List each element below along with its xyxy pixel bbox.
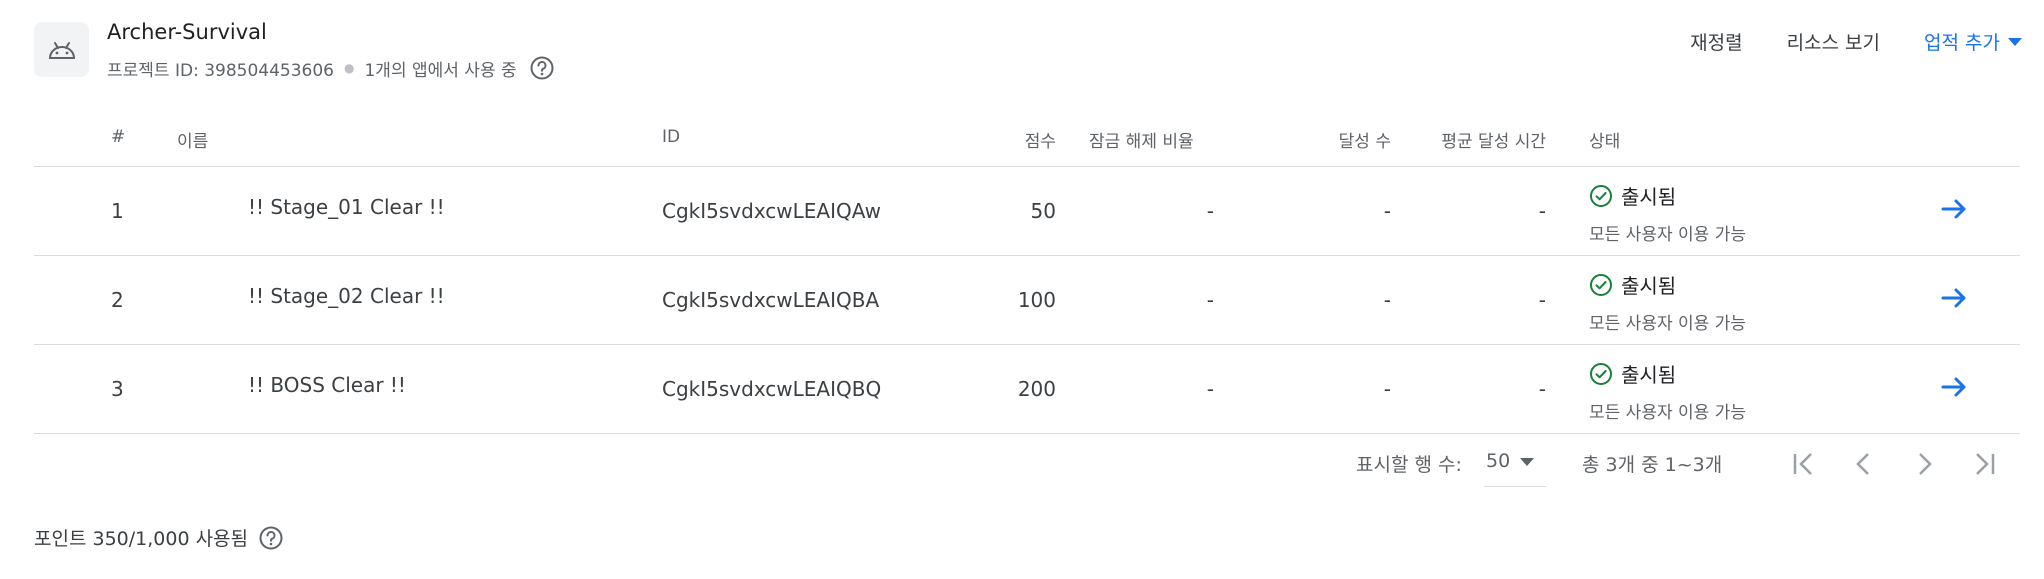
add-achievement-button[interactable]: 업적 추가 (1924, 28, 2022, 55)
first-page-icon[interactable] (1788, 448, 1820, 480)
table-row[interactable]: 2 !! Stage_02 Clear !! CgkI5svdxcwLEAIQB… (34, 256, 2020, 345)
open-arrow-icon[interactable] (1940, 284, 1968, 317)
open-arrow-icon[interactable] (1940, 195, 1968, 228)
points-usage: 포인트 350/1,000 사용됨 (34, 524, 284, 551)
achievements-table: # 이름 ID 점수 잠금 해제 비율 달성 수 평균 달성 시간 상태 1 !… (34, 112, 2020, 434)
android-icon (48, 41, 75, 59)
help-icon[interactable] (258, 525, 284, 551)
check-circle-icon (1590, 362, 1612, 385)
last-page-icon[interactable] (1968, 448, 2000, 480)
rows-per-page-value: 50 (1486, 450, 1511, 472)
row-status: 출시됨 모든 사용자 이용 가능 (1589, 270, 1746, 334)
row-status: 출시됨 모든 사용자 이용 가능 (1589, 359, 1746, 423)
usage-text: 1개의 앱에서 사용 중 (364, 60, 517, 81)
row-id: CgkI5svdxcwLEAIQBQ (662, 377, 882, 401)
row-id: CgkI5svdxcwLEAIQAw (662, 199, 881, 223)
caret-down-icon (2008, 37, 2022, 46)
check-circle-icon (1590, 273, 1612, 296)
status-label: 출시됨 (1621, 274, 1677, 298)
row-score: 100 (1017, 288, 1056, 312)
pagination: 표시할 행 수: 50 총 3개 중 1~3개 (0, 448, 2044, 496)
row-status: 출시됨 모든 사용자 이용 가능 (1589, 181, 1746, 245)
add-achievement-label: 업적 추가 (1924, 32, 2000, 54)
status-label: 출시됨 (1621, 185, 1677, 209)
row-num: 2 (111, 288, 124, 312)
row-name: !! BOSS Clear !! (248, 373, 406, 397)
app-icon (34, 22, 89, 77)
status-label: 출시됨 (1621, 363, 1677, 387)
prev-page-icon[interactable] (1848, 448, 1880, 480)
row-avg-time: - (1538, 288, 1546, 312)
page-range-text: 총 3개 중 1~3개 (1582, 454, 1723, 476)
caret-down-icon (1520, 458, 1535, 466)
row-count: - (1383, 377, 1391, 401)
row-unlock-rate: - (1206, 199, 1214, 223)
row-score: 50 (1030, 199, 1056, 223)
app-meta: 프로젝트 ID: 398504453606 ● 1개의 앱에서 사용 중 (107, 55, 555, 81)
table-header: # 이름 ID 점수 잠금 해제 비율 달성 수 평균 달성 시간 상태 (34, 112, 2020, 167)
status-sub: 모든 사용자 이용 가능 (1589, 403, 1746, 423)
header-id: ID (662, 127, 681, 147)
rows-per-page-select[interactable]: 50 (1484, 448, 1546, 487)
row-count: - (1383, 288, 1391, 312)
header-name: 이름 (177, 132, 209, 152)
header-status: 상태 (1589, 132, 1621, 152)
row-num: 1 (111, 199, 124, 223)
header-count: 달성 수 (1338, 132, 1391, 152)
row-num: 3 (111, 377, 124, 401)
view-resources-button[interactable]: 리소스 보기 (1787, 28, 1880, 55)
header-num: # (111, 127, 126, 147)
next-page-icon[interactable] (1908, 448, 1940, 480)
points-label: 포인트 350/1,000 사용됨 (34, 528, 249, 550)
top-actions: 재정렬 리소스 보기 업적 추가 (1646, 28, 2022, 55)
row-name: !! Stage_01 Clear !! (248, 195, 445, 219)
row-unlock-rate: - (1206, 377, 1214, 401)
check-circle-icon (1590, 184, 1612, 207)
header-unlock-rate: 잠금 해제 비율 (1089, 132, 1194, 152)
row-unlock-rate: - (1206, 288, 1214, 312)
status-sub: 모든 사용자 이용 가능 (1589, 314, 1746, 334)
open-arrow-icon[interactable] (1940, 373, 1968, 406)
help-icon[interactable] (529, 55, 555, 81)
reorder-button[interactable]: 재정렬 (1690, 28, 1742, 55)
row-count: - (1383, 199, 1391, 223)
status-sub: 모든 사용자 이용 가능 (1589, 225, 1746, 245)
row-avg-time: - (1538, 377, 1546, 401)
header-score: 점수 (1024, 132, 1056, 152)
app-title: Archer-Survival (107, 20, 267, 44)
row-avg-time: - (1538, 199, 1546, 223)
table-row[interactable]: 3 !! BOSS Clear !! CgkI5svdxcwLEAIQBQ 20… (34, 345, 2020, 434)
row-id: CgkI5svdxcwLEAIQBA (662, 288, 880, 312)
rows-per-page-label: 표시할 행 수: (1356, 454, 1462, 476)
row-name: !! Stage_02 Clear !! (248, 284, 445, 308)
project-id: 프로젝트 ID: 398504453606 (107, 60, 334, 81)
table-row[interactable]: 1 !! Stage_01 Clear !! CgkI5svdxcwLEAIQA… (34, 167, 2020, 256)
dot-separator: ● (344, 61, 355, 75)
row-score: 200 (1017, 377, 1056, 401)
header-avg-time: 평균 달성 시간 (1441, 132, 1546, 152)
